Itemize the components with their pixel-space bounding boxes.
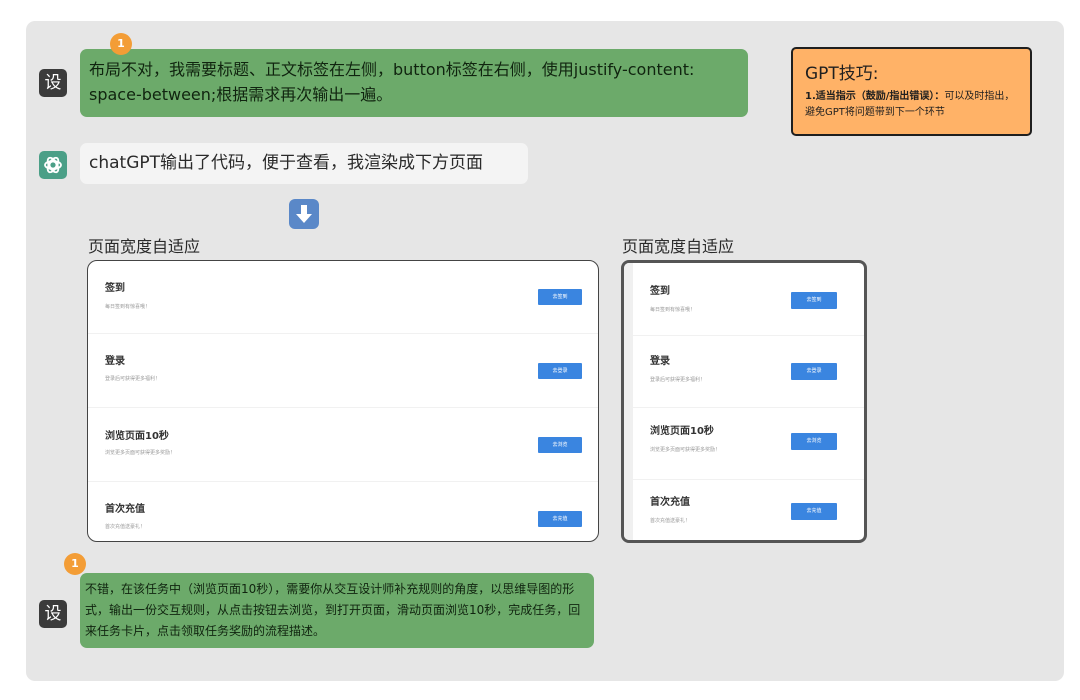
user-message-1-text: 布局不对，我需要标题、正文标签在左侧，button标签在右侧，使用justify… [89, 60, 695, 104]
task-title: 浏览页面10秒 [105, 431, 169, 442]
task-title: 签到 [105, 283, 125, 294]
task-title: 签到 [650, 286, 670, 297]
tip-text: 1.适当指示（鼓励/指出错误）：可以及时指出，避免GPT将问题带到下一个环节 [805, 89, 1023, 121]
task-row: 登录 登录后可获得更多福利！ 去登录 [633, 335, 864, 408]
task-button[interactable]: 去登录 [538, 363, 582, 379]
task-button[interactable]: 去充值 [791, 503, 837, 520]
task-desc: 浏览更多页面可获得更多奖励！ [105, 450, 176, 456]
task-row: 签到 每日签到有惊喜哦！ 去签到 [88, 261, 598, 334]
task-desc: 登录后可获得更多福利！ [650, 377, 706, 383]
user-avatar: 设 [39, 69, 67, 97]
task-desc: 登录后可获得更多福利！ [105, 376, 161, 382]
task-row: 首次充值 首次充值送豪礼！ 去充值 [88, 481, 598, 541]
preview-narrow: 签到 每日签到有惊喜哦！ 去签到 登录 登录后可获得更多福利！ 去登录 浏览页面… [621, 260, 867, 543]
user-message-1: 布局不对，我需要标题、正文标签在左侧，button标签在右侧，使用justify… [80, 49, 748, 117]
preview-wide: 签到 每日签到有惊喜哦！ 去签到 登录 登录后可获得更多福利！ 去登录 浏览页面… [87, 260, 599, 542]
task-button[interactable]: 去签到 [791, 292, 837, 309]
task-button[interactable]: 去充值 [538, 511, 582, 527]
assistant-message: chatGPT输出了代码，便于查看，我渲染成下方页面 [80, 143, 528, 184]
task-title: 首次充值 [650, 497, 690, 508]
task-title: 登录 [105, 356, 125, 367]
frame-edge [624, 263, 633, 540]
task-button[interactable]: 去浏览 [538, 437, 582, 453]
task-title: 浏览页面10秒 [650, 426, 714, 437]
task-desc: 每日签到有惊喜哦！ [105, 304, 151, 310]
task-desc: 首次充值送豪礼！ [650, 518, 691, 524]
caption-left: 页面宽度自适应 [88, 237, 201, 256]
task-row: 浏览页面10秒 浏览更多页面可获得更多奖励！ 去浏览 [88, 407, 598, 482]
user-avatar: 设 [39, 600, 67, 628]
task-title: 登录 [650, 356, 670, 367]
task-desc: 每日签到有惊喜哦！ [650, 307, 696, 313]
tip-title: GPT技巧: [805, 64, 879, 84]
task-row: 首次充值 首次充值送豪礼！ 去充值 [633, 479, 864, 540]
user-message-2-text: 不错，在该任务中（浏览页面10秒），需要你从交互设计师补充规则的角度，以思维导图… [85, 582, 581, 638]
task-row: 登录 登录后可获得更多福利！ 去登录 [88, 333, 598, 408]
caption-right: 页面宽度自适应 [622, 237, 735, 256]
task-desc: 浏览更多页面可获得更多奖励！ [650, 447, 721, 453]
step-badge: 1 [64, 553, 86, 575]
gpt-tip-card: GPT技巧: 1.适当指示（鼓励/指出错误）：可以及时指出，避免GPT将问题带到… [791, 47, 1032, 136]
down-arrow-icon [289, 199, 319, 229]
task-button[interactable]: 去签到 [538, 289, 582, 305]
tip-bold: 1.适当指示（鼓励/指出错误）： [805, 91, 945, 102]
task-button[interactable]: 去登录 [791, 363, 837, 380]
task-row: 浏览页面10秒 浏览更多页面可获得更多奖励！ 去浏览 [633, 407, 864, 480]
task-button[interactable]: 去浏览 [791, 433, 837, 450]
openai-logo-icon [39, 151, 67, 179]
task-desc: 首次充值送豪礼！ [105, 524, 146, 530]
task-row: 签到 每日签到有惊喜哦！ 去签到 [633, 263, 864, 336]
task-title: 首次充值 [105, 504, 145, 515]
user-message-2: 不错，在该任务中（浏览页面10秒），需要你从交互设计师补充规则的角度，以思维导图… [80, 573, 594, 648]
step-badge: 1 [110, 33, 132, 55]
